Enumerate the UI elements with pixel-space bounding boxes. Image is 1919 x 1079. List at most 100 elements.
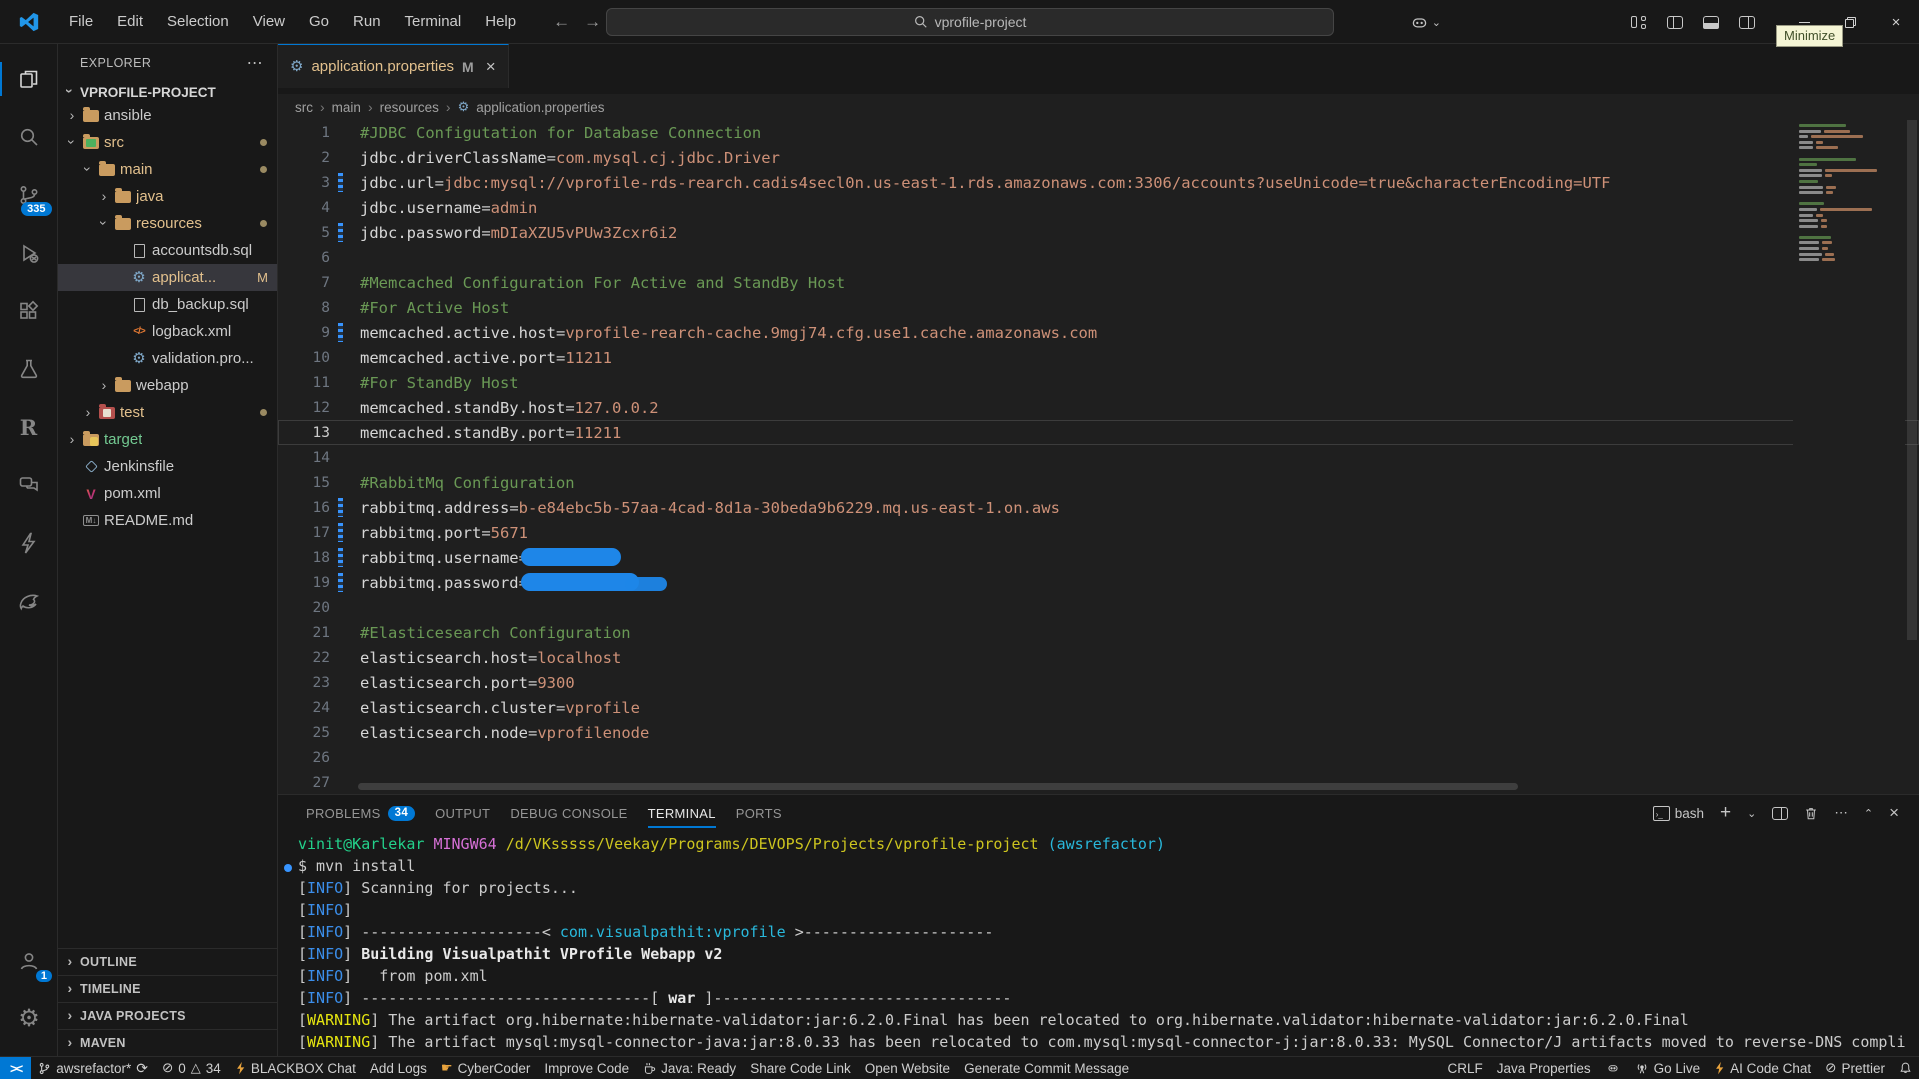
panel-maximize-icon[interactable]: ⌃ [1864,807,1873,820]
breadcrumb-item[interactable]: resources [380,100,439,115]
editor-line-22[interactable]: 22elasticsearch.host=localhost [278,645,1919,670]
activity-extensions-icon[interactable] [0,282,58,340]
terminal-dropdown-icon[interactable]: ⌄ [1747,807,1756,820]
terminal-output[interactable]: vinit@Karlekar MINGW64 /d/VKsssss/Veekay… [278,831,1919,1056]
new-terminal-icon[interactable]: + [1720,802,1731,824]
editor-line-24[interactable]: 24elasticsearch.cluster=vprofile [278,695,1919,720]
terminal-shell-item[interactable]: ›_ bash [1653,806,1704,821]
back-arrow-icon[interactable]: ← [553,12,570,32]
activity-chat-icon[interactable] [0,456,58,514]
status-open-website[interactable]: Open Website [858,1057,957,1079]
editor-line-21[interactable]: 21#Elasticesearch Configuration [278,620,1919,645]
status-improve-code[interactable]: Improve Code [537,1057,636,1079]
project-root-row[interactable]: › VPROFILE-PROJECT [58,82,277,102]
tree-item-target[interactable]: ›target [58,426,277,453]
editor-line-13[interactable]: 13memcached.standBy.port=11211 [278,420,1919,445]
menu-terminal[interactable]: Terminal [394,9,473,34]
kill-terminal-icon[interactable] [1804,806,1818,821]
editor-line-25[interactable]: 25elasticsearch.node=vprofilenode [278,720,1919,745]
status-share-code-link[interactable]: Share Code Link [743,1057,858,1079]
menu-view[interactable]: View [242,9,296,34]
editor-line-7[interactable]: 7#Memcached Configuration For Active and… [278,270,1919,295]
menu-run[interactable]: Run [342,9,392,34]
panel-more-icon[interactable]: ⋯ [1834,805,1848,821]
customize-layout-icon[interactable] [1631,16,1647,29]
panel-tab-debug-console[interactable]: DEBUG CONSOLE [500,800,637,827]
tree-item-logback-xml[interactable]: ›</>logback.xml [58,318,277,345]
editor-line-23[interactable]: 23elasticsearch.port=9300 [278,670,1919,695]
tree-item-accountsdb-sql[interactable]: ›accountsdb.sql [58,237,277,264]
tree-item-applicat-[interactable]: ›⚙applicat...M [58,264,277,291]
tree-item-test[interactable]: ›test [58,399,277,426]
tree-item-validation-pro-[interactable]: ›⚙validation.pro... [58,345,277,372]
code-editor[interactable]: 1#JDBC Configutation for Database Connec… [278,120,1919,794]
editor-line-11[interactable]: 11#For StandBy Host [278,370,1919,395]
panel-tab-problems[interactable]: PROBLEMS 34 [296,800,425,827]
sidebar-section-java-projects[interactable]: ›JAVA PROJECTS [58,1002,277,1029]
editor-line-27[interactable]: 27 [278,770,1919,794]
split-terminal-icon[interactable] [1772,807,1788,820]
editor-line-17[interactable]: 17rabbitmq.port=5671 [278,520,1919,545]
status-remote-indicator[interactable]: >< [0,1057,31,1079]
horizontal-scrollbar[interactable] [358,783,1518,790]
tree-item-readme-md[interactable]: ›M↓README.md [58,507,277,534]
status-blackbox-chat[interactable]: BLACKBOX Chat [228,1057,363,1079]
status-add-logs[interactable]: Add Logs [363,1057,434,1079]
panel-close-icon[interactable]: × [1889,803,1899,823]
editor-line-4[interactable]: 4jdbc.username=admin [278,195,1919,220]
tree-item-ansible[interactable]: ›ansible [58,102,277,129]
editor-line-8[interactable]: 8#For Active Host [278,295,1919,320]
editor-line-12[interactable]: 12memcached.standBy.host=127.0.0.2 [278,395,1919,420]
editor-line-26[interactable]: 26 [278,745,1919,770]
activity-r-language-icon[interactable]: R [0,398,58,456]
menu-selection[interactable]: Selection [156,9,240,34]
tree-item-resources[interactable]: ›resources [58,210,277,237]
status-java-ready[interactable]: Java: Ready [636,1057,743,1079]
activity-run-debug-icon[interactable] [0,224,58,282]
activity-blackbox-icon[interactable] [0,572,58,630]
editor-line-16[interactable]: 16rabbitmq.address=b-e84ebc5b-57aa-4cad-… [278,495,1919,520]
status-branch[interactable]: awsrefactor*⟳ [31,1057,155,1079]
panel-tab-terminal[interactable]: TERMINAL [638,800,726,827]
status-problems[interactable]: ⊘0△34 [155,1057,228,1079]
editor-line-10[interactable]: 10memcached.active.port=11211 [278,345,1919,370]
status-go-live[interactable]: Go Live [1628,1057,1708,1079]
menu-go[interactable]: Go [298,9,340,34]
status-generate-commit-message[interactable]: Generate Commit Message [957,1057,1136,1079]
toggle-panel-icon[interactable] [1703,16,1719,29]
activity-settings-icon[interactable]: ⚙ [0,990,58,1048]
tree-item-db-backup-sql[interactable]: ›db_backup.sql [58,291,277,318]
editor-line-15[interactable]: 15#RabbitMq Configuration [278,470,1919,495]
tab-application-properties[interactable]: ⚙ application.properties M × [278,44,509,88]
menu-edit[interactable]: Edit [106,9,154,34]
editor-line-6[interactable]: 6 [278,245,1919,270]
breadcrumb-item[interactable]: application.properties [476,100,604,115]
editor-line-1[interactable]: 1#JDBC Configutation for Database Connec… [278,120,1919,145]
activity-search-icon[interactable] [0,108,58,166]
tree-item-jenkinsfile[interactable]: ›Jenkinsfile [58,453,277,480]
forward-arrow-icon[interactable]: → [584,12,601,32]
editor-line-9[interactable]: 9memcached.active.host=vprofile-rearch-c… [278,320,1919,345]
tree-item-webapp[interactable]: ›webapp [58,372,277,399]
status-cybercoder[interactable]: ☛CyberCoder [434,1057,537,1079]
copilot-menu[interactable]: ⌄ [1409,12,1441,33]
editor-line-18[interactable]: 18rabbitmq.username= [278,545,1919,570]
status-prettier[interactable]: ⊘Prettier [1818,1057,1892,1079]
panel-tab-ports[interactable]: PORTS [726,800,792,827]
activity-thunder-client-icon[interactable] [0,514,58,572]
editor-line-2[interactable]: 2jdbc.driverClassName=com.mysql.cj.jdbc.… [278,145,1919,170]
sidebar-section-outline[interactable]: ›OUTLINE [58,948,277,975]
editor-line-3[interactable]: 3jdbc.url=jdbc:mysql://vprofile-rds-rear… [278,170,1919,195]
command-center-search[interactable]: vprofile-project [606,8,1334,36]
activity-explorer-icon[interactable] [0,50,58,108]
tree-item-java[interactable]: ›java [58,183,277,210]
tree-item-src[interactable]: ›src [58,129,277,156]
sidebar-section-timeline[interactable]: ›TIMELINE [58,975,277,1002]
activity-source-control-icon[interactable]: 335 [0,166,58,224]
editor-line-19[interactable]: 19rabbitmq.password= [278,570,1919,595]
close-button[interactable]: × [1873,0,1919,44]
minimap[interactable] [1793,120,1905,794]
status-eol[interactable]: CRLF [1441,1057,1490,1079]
panel-tab-output[interactable]: OUTPUT [425,800,500,827]
tab-close-icon[interactable]: × [486,57,496,77]
